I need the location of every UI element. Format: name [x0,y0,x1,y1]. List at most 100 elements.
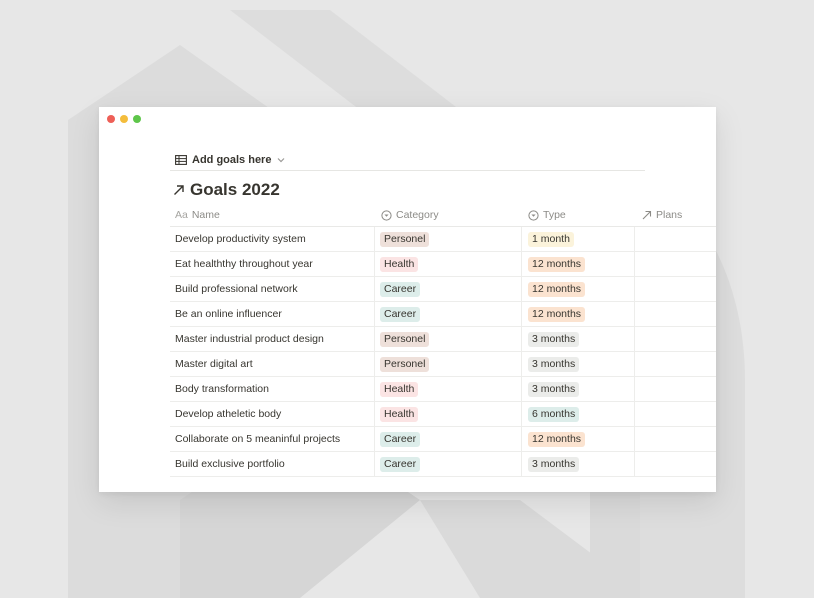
column-divider [521,227,522,251]
category-tag: Health [380,256,419,272]
column-header-type[interactable]: Type [528,204,566,226]
column-label: Category [396,209,439,221]
goal-name[interactable]: Master digital art [175,352,253,376]
column-divider [374,377,375,401]
table-row[interactable]: Master industrial product design Personel… [170,327,716,352]
category-cell[interactable]: Personel [380,352,430,376]
arrow-up-right-icon [173,184,185,196]
category-tag: Health [380,406,419,422]
type-cell[interactable]: 3 months [528,377,580,401]
category-cell[interactable]: Career [380,277,421,301]
type-cell[interactable]: 12 months [528,302,586,326]
goal-name[interactable]: Collaborate on 5 meaninful projects [175,427,340,451]
goal-name[interactable]: Body transformation [175,377,269,401]
goal-name[interactable]: Develop atheletic body [175,402,281,426]
column-label: Name [191,209,220,221]
category-cell[interactable]: Health [380,402,419,426]
type-tag: 1 month [528,231,574,247]
column-divider [521,352,522,376]
table-row[interactable]: Develop productivity system Personel 1 mon… [170,227,716,252]
column-label: Plans [656,209,683,221]
text-type-icon: Aa [175,209,188,221]
column-divider [521,327,522,351]
column-divider [374,452,375,476]
goal-name[interactable]: Build exclusive portfolio [175,452,285,476]
category-tag: Personel [380,331,430,347]
column-header-category[interactable]: Category [381,204,439,226]
type-tag: 6 months [528,406,580,422]
category-cell[interactable]: Personel [380,227,430,251]
chevron-down-icon [277,157,285,163]
relation-arrow-icon [642,210,652,220]
table-row[interactable]: Master digital art Personel 3 months [170,352,716,377]
category-tag: Career [380,281,421,297]
category-tag: Personel [380,356,430,372]
select-icon [381,209,392,221]
table-row[interactable]: Build professional network Career 12 month… [170,277,716,302]
view-selector[interactable]: Add goals here [175,150,285,170]
column-divider [634,377,635,401]
column-label: Type [543,209,566,221]
select-icon [528,209,539,221]
category-cell[interactable]: Health [380,377,419,401]
column-divider [634,227,635,251]
table-icon [175,155,187,165]
goal-name[interactable]: Be an online influencer [175,302,282,326]
table-row[interactable]: Build exclusive portfolio Career 3 months [170,452,716,477]
goal-name[interactable]: Eat healththy throughout year [175,252,313,276]
column-divider [521,252,522,276]
table-row[interactable]: Eat healththy throughout year Health 12 mo… [170,252,716,277]
column-divider [634,402,635,426]
close-window-button[interactable] [107,115,115,123]
goal-name[interactable]: Master industrial product design [175,327,324,351]
type-cell[interactable]: 6 months [528,402,580,426]
maximize-window-button[interactable] [133,115,141,123]
column-header-name[interactable]: Aa Name [175,204,220,226]
goals-table: Aa Name Category Type Plans Develop prod… [170,204,716,477]
category-cell[interactable]: Career [380,452,421,476]
type-tag: 12 months [528,281,586,297]
view-divider [170,170,645,171]
table-row[interactable]: Develop atheletic body Health 6 months [170,402,716,427]
category-tag: Career [380,456,421,472]
type-tag: 3 months [528,456,580,472]
type-cell[interactable]: 1 month [528,227,574,251]
table-row[interactable]: Be an online influencer Career 12 months [170,302,716,327]
category-tag: Career [380,431,421,447]
goal-name[interactable]: Develop productivity system [175,227,306,251]
type-tag: 3 months [528,331,580,347]
table-body: Develop productivity system Personel 1 mon… [170,227,716,477]
category-tag: Career [380,306,421,322]
type-tag: 12 months [528,431,586,447]
column-divider [374,302,375,326]
column-divider [521,302,522,326]
table-row[interactable]: Body transformation Health 3 months [170,377,716,402]
column-divider [374,427,375,451]
column-divider [521,427,522,451]
column-divider [634,327,635,351]
column-divider [521,277,522,301]
type-cell[interactable]: 12 months [528,277,586,301]
column-divider [634,252,635,276]
category-cell[interactable]: Health [380,252,419,276]
type-cell[interactable]: 3 months [528,352,580,376]
type-cell[interactable]: 12 months [528,252,586,276]
column-divider [634,352,635,376]
column-divider [634,452,635,476]
column-header-plans[interactable]: Plans [642,204,682,226]
type-cell[interactable]: 3 months [528,452,580,476]
column-divider [521,377,522,401]
table-row[interactable]: Collaborate on 5 meaninful projects Caree… [170,427,716,452]
minimize-window-button[interactable] [120,115,128,123]
type-cell[interactable]: 3 months [528,327,580,351]
column-divider [374,327,375,351]
goal-name[interactable]: Build professional network [175,277,298,301]
type-cell[interactable]: 12 months [528,427,586,451]
category-cell[interactable]: Personel [380,327,430,351]
app-window: Add goals here Goals 2022 Aa Name Catego… [99,107,716,492]
column-divider [634,302,635,326]
category-tag: Personel [380,231,430,247]
column-divider [521,452,522,476]
category-cell[interactable]: Career [380,302,421,326]
category-cell[interactable]: Career [380,427,421,451]
